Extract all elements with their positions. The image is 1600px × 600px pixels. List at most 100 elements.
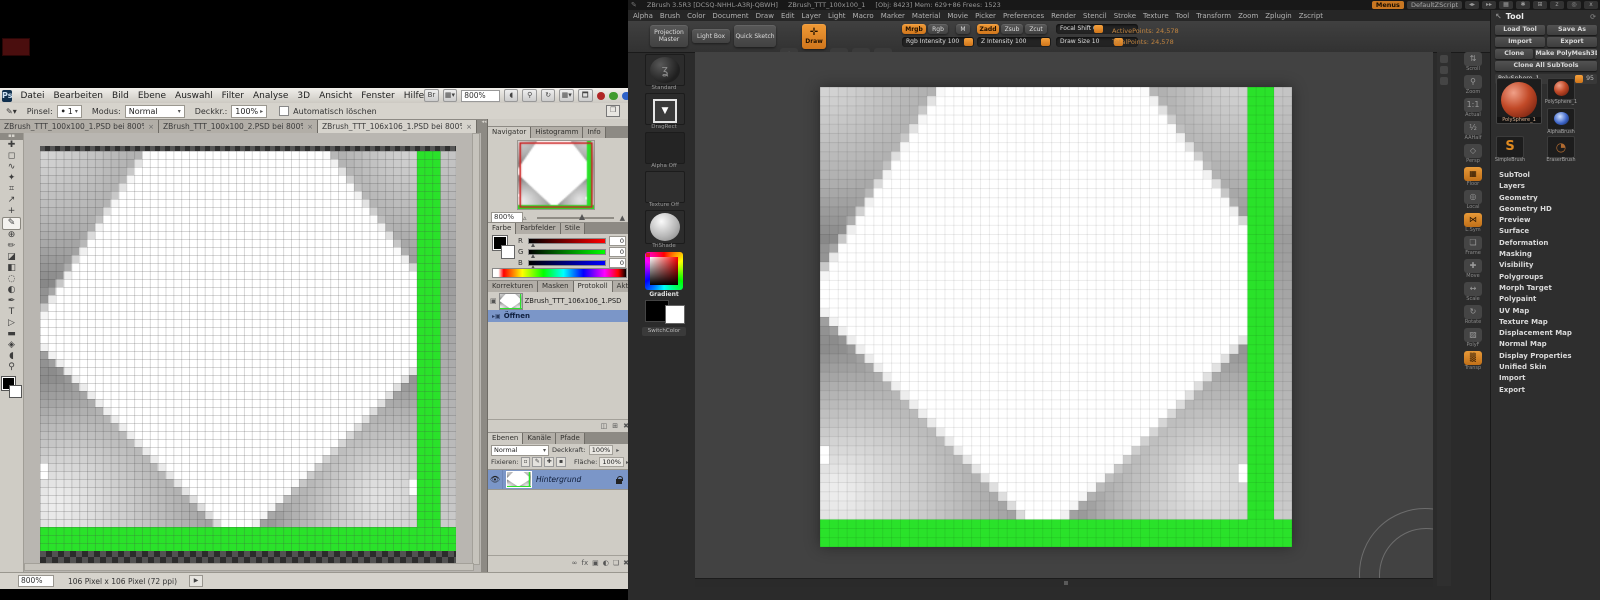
adjustment-layer-icon[interactable]: ◐ xyxy=(603,559,609,567)
clone-all-subtools-button[interactable]: Clone All SubTools xyxy=(1495,61,1597,71)
create-snapshot-icon[interactable]: ⊞ xyxy=(612,422,618,430)
zbrush-document[interactable] xyxy=(820,87,1292,547)
active-tool-thumbnail[interactable]: PolySphere_1 xyxy=(1496,78,1542,124)
menu-ansicht[interactable]: Ansicht xyxy=(319,91,352,101)
shelf-zoom[interactable]: ⚲Zoom xyxy=(1456,75,1490,98)
healing-brush-tool[interactable]: + xyxy=(3,206,20,217)
rotate-view-icon[interactable]: ↻ xyxy=(541,89,556,102)
light-box-button[interactable]: Light Box xyxy=(692,29,730,43)
menu-bearbeiten[interactable]: Bearbeiten xyxy=(54,91,103,101)
subpalette-visibility[interactable]: Visibility xyxy=(1491,260,1600,271)
zsub-button[interactable]: Zsub xyxy=(1001,24,1023,34)
pen-tool[interactable]: ✒ xyxy=(3,296,20,307)
layers-tab-kanäle[interactable]: Kanäle xyxy=(523,433,556,444)
navigator-tab-navigator[interactable]: Navigator xyxy=(488,127,531,138)
tool-palette-header[interactable]: ↖ Tool ⟳ xyxy=(1491,10,1600,23)
shelf-frame[interactable]: ❏Frame xyxy=(1456,236,1490,259)
history-entry-open[interactable]: ▸▣ Öffnen xyxy=(488,310,629,322)
cs-live-icon[interactable] xyxy=(597,92,606,100)
saturation-value-square[interactable] xyxy=(650,257,678,285)
zb-menu-material[interactable]: Material xyxy=(912,12,940,20)
shelf-persp[interactable]: ◇Persp xyxy=(1456,144,1490,167)
subpalette-display-properties[interactable]: Display Properties xyxy=(1491,351,1600,362)
shelf-transp[interactable]: ▒Transp xyxy=(1456,351,1490,374)
projection-master-button[interactable]: Projection Master xyxy=(650,25,688,47)
color-spectrum-bar[interactable] xyxy=(492,268,627,278)
menu-fenster[interactable]: Fenster xyxy=(361,91,394,101)
screen-mode-icon[interactable]: 🗖 xyxy=(578,89,593,102)
dodge-tool[interactable]: ◐ xyxy=(3,285,20,296)
subpalette-texture-map[interactable]: Texture Map xyxy=(1491,317,1600,328)
clone-stamp-tool[interactable]: ⊕ xyxy=(3,230,20,241)
subpalette-unified-skin[interactable]: Unified Skin xyxy=(1491,362,1600,373)
current-brush-thumbnail[interactable]: ʓ xyxy=(645,54,685,86)
zb-menu-marker[interactable]: Marker xyxy=(881,12,905,20)
zb-menu-texture[interactable]: Texture xyxy=(1143,12,1169,20)
zb-menu-light[interactable]: Light xyxy=(828,12,845,20)
zb-menu-stencil[interactable]: Stencil xyxy=(1083,12,1107,20)
collapse-arrow-icon[interactable]: ↖ xyxy=(1495,12,1502,21)
subpalette-uv-map[interactable]: UV Map xyxy=(1491,306,1600,317)
background-color-swatch[interactable] xyxy=(9,385,22,398)
horizontal-scrollbar[interactable] xyxy=(24,563,474,571)
draw-mode-button[interactable]: ✛ Draw xyxy=(802,24,826,49)
subpalette-geometry[interactable]: Geometry xyxy=(1491,193,1600,204)
slider-nub[interactable] xyxy=(964,38,973,46)
zoom-tool[interactable]: ⚲ xyxy=(3,362,20,373)
zadd-button[interactable]: Zadd xyxy=(977,24,999,34)
panel-toggle-icon[interactable]: ❒ xyxy=(606,105,620,117)
subpalette-displacement-map[interactable]: Displacement Map xyxy=(1491,328,1600,339)
tab-close-icon[interactable]: × xyxy=(466,123,472,131)
zb-menu-brush[interactable]: Brush xyxy=(660,12,680,20)
layer-visibility-icon[interactable]: 👁 xyxy=(488,470,503,489)
zoom-level-field[interactable]: 800% xyxy=(461,90,500,102)
history-tab-korrekturen[interactable]: Korrekturen xyxy=(488,281,538,292)
view-extras-icon[interactable]: ▦▾ xyxy=(443,89,458,102)
channel-slider[interactable] xyxy=(528,260,606,266)
canvas-bottom-scrollbar[interactable] xyxy=(695,578,1433,587)
slider-nub[interactable] xyxy=(1041,38,1050,46)
current-material-thumbnail[interactable] xyxy=(645,210,685,244)
document-tab[interactable]: ZBrush_TTT_106x106_1.PSD bei 800% (RGB/8… xyxy=(318,120,477,133)
rgb-intensity-slider[interactable]: Rgb Intensity 100 xyxy=(902,37,974,47)
lock-transparency-icon[interactable]: ▫ xyxy=(521,457,531,467)
zb-menu-alpha[interactable]: Alpha xyxy=(633,12,653,20)
layer-row-background[interactable]: 👁 Hintergrund xyxy=(488,469,629,490)
zb-menu-stroke[interactable]: Stroke xyxy=(1114,12,1136,20)
document-view[interactable] xyxy=(40,146,456,563)
zb-menu-transform[interactable]: Transform xyxy=(1196,12,1231,20)
menu-bild[interactable]: Bild xyxy=(112,91,129,101)
shelf-rotate[interactable]: ↻Rotate xyxy=(1456,305,1490,328)
recent-tool-eraserbrush[interactable]: ◔ EraserBrush xyxy=(1547,136,1575,158)
gradient-label[interactable]: Gradient xyxy=(638,291,690,298)
vertical-scrollbar[interactable] xyxy=(472,133,480,565)
import-button[interactable]: Import xyxy=(1495,37,1545,47)
current-stroke-thumbnail[interactable]: ▼ xyxy=(645,93,685,125)
mrgb-button[interactable]: Mrgb xyxy=(902,24,926,34)
blend-mode-select[interactable]: Normal▾ xyxy=(491,445,549,456)
zoom-out-icon[interactable]: ▵ xyxy=(523,214,527,222)
layer-style-icon[interactable]: fx xyxy=(582,559,589,567)
menu-hilfe[interactable]: Hilfe xyxy=(404,91,424,101)
zb-menu-color[interactable]: Color xyxy=(687,12,705,20)
menu-analyse[interactable]: Analyse xyxy=(253,91,288,101)
document-tab[interactable]: ZBrush_TTT_100x100_2.PSD bei 800% (RGB..… xyxy=(159,120,318,133)
zoom-in-icon[interactable]: ▲ xyxy=(620,214,625,222)
eraser-tool[interactable]: ◪ xyxy=(3,252,20,263)
title-button[interactable]: ◂▸ xyxy=(1465,1,1479,9)
recent-tool-alphabrush[interactable]: AlphaBrush xyxy=(1547,108,1575,130)
secondary-color-swatch[interactable] xyxy=(665,305,685,324)
status-zoom-field[interactable]: 800% xyxy=(18,575,54,587)
tools-panel-header[interactable]: ▪▪ xyxy=(0,133,23,140)
channel-value[interactable]: 0 xyxy=(609,236,626,246)
cs-live-icon[interactable] xyxy=(609,92,618,100)
menu-datei[interactable]: Datei xyxy=(20,91,44,101)
canvas-right-scrollbar[interactable] xyxy=(1437,52,1451,586)
subpalette-polygroups[interactable]: Polygroups xyxy=(1491,272,1600,283)
z-intensity-slider[interactable]: Z Intensity 100 xyxy=(977,37,1051,47)
shelf-move[interactable]: ✚Move xyxy=(1456,259,1490,282)
slider-nub[interactable] xyxy=(1575,75,1583,83)
quick-sketch-button[interactable]: Quick Sketch xyxy=(734,25,776,47)
title-button[interactable]: x xyxy=(1584,1,1598,9)
channel-value[interactable]: 0 xyxy=(609,258,626,268)
